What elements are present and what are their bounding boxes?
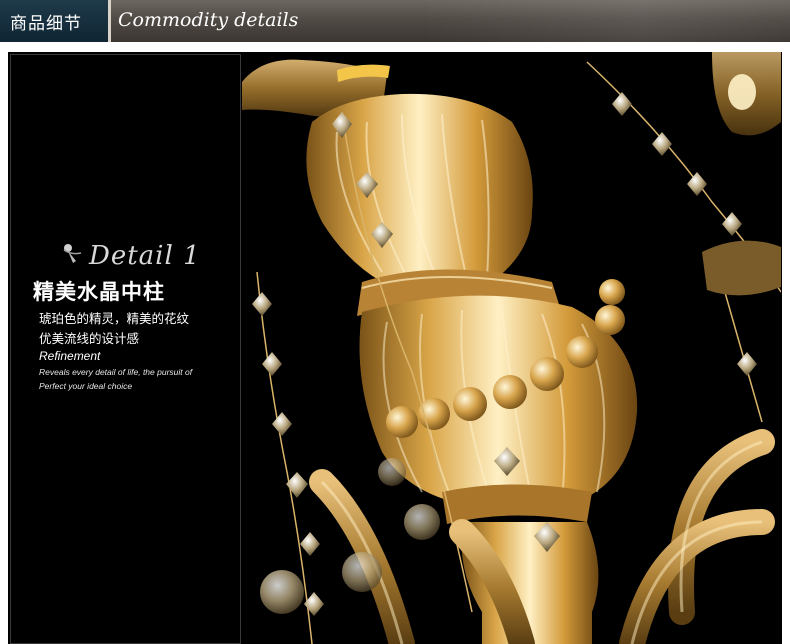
detail-label: Detail 1 [89, 241, 201, 271]
feature-line: Perfect your ideal choice [39, 381, 133, 391]
subtitle-line: 优美流线的设计感 [39, 331, 140, 346]
text-frame: Detail 1 精美水晶中柱 琥珀色的精灵，精美的花纹 优美流线的设计感 Re… [10, 54, 241, 644]
header-banner: 商品细节 Commodity details [0, 0, 790, 42]
header-shine [420, 0, 790, 42]
feature-description: Reveals every detail of life, the pursui… [39, 365, 192, 393]
product-photo [242, 52, 781, 644]
pin-icon [61, 243, 83, 269]
subtitle-line: 琥珀色的精灵，精美的花纹 [39, 311, 190, 326]
detail-title: 精美水晶中柱 [33, 280, 165, 304]
header-title-en: Commodity details [118, 9, 299, 31]
header-tag: 商品细节 [0, 0, 108, 42]
detail-subtitle: 琥珀色的精灵，精美的花纹 优美流线的设计感 [39, 309, 189, 349]
feature-line: Reveals every detail of life, the pursui… [39, 367, 193, 377]
detail-badge: Detail 1 [61, 241, 201, 271]
header-divider [108, 0, 111, 42]
header-title-cn: 商品细节 [10, 14, 82, 34]
chandelier-illustration [242, 52, 781, 644]
feature-title: Refinement [39, 349, 101, 363]
